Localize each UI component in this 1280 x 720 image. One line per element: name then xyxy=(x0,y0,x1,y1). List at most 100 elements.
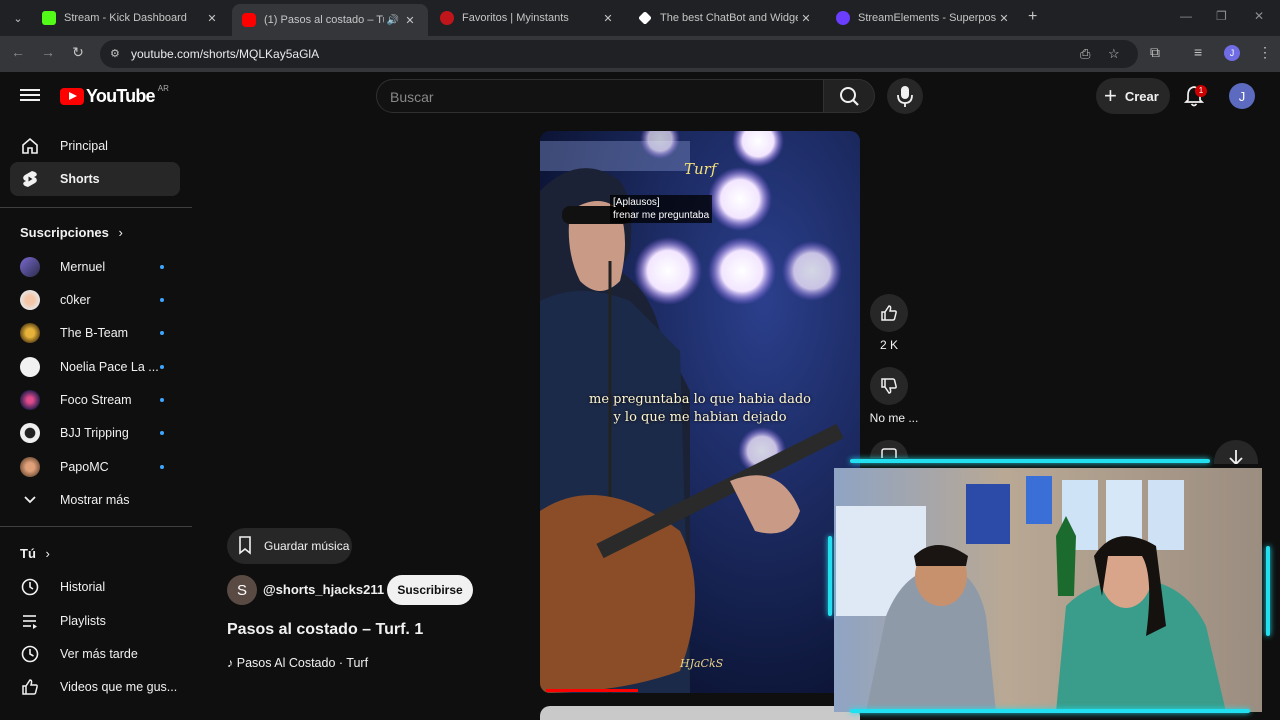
youtube-play-icon xyxy=(60,88,84,105)
subscription-item[interactable]: c0ker xyxy=(10,283,180,317)
music-link[interactable]: ♪ Pasos Al Costado · Turf xyxy=(227,656,368,670)
tab-streamelements[interactable]: StreamElements - Superposició ✕ xyxy=(826,4,1022,32)
browser-menu-icon[interactable]: ⋮ xyxy=(1258,44,1272,61)
channel-avatar[interactable]: S xyxy=(227,575,257,605)
sidebar-label: Mostrar más xyxy=(60,493,130,507)
save-music-label: Guardar música xyxy=(264,539,350,553)
playlists-icon xyxy=(20,611,40,631)
search-placeholder: Buscar xyxy=(390,89,434,105)
sidebar-label: Playlists xyxy=(60,614,106,628)
chevron-down-icon xyxy=(20,490,40,510)
tab-title: The best ChatBot and Widgets xyxy=(660,12,798,24)
chevron-right-icon: › xyxy=(118,225,123,240)
channel-name: Noelia Pace La ... xyxy=(60,360,159,374)
overlay-frame-left xyxy=(828,536,832,616)
create-button[interactable]: + Crear xyxy=(1096,78,1170,114)
tab-kick[interactable]: Stream - Kick Dashboard ✕ xyxy=(32,4,230,32)
sidebar-item-liked[interactable]: Videos que me gus... xyxy=(10,670,180,704)
account-avatar[interactable]: J xyxy=(1229,83,1255,109)
search-button[interactable] xyxy=(823,79,875,113)
install-app-icon[interactable]: ⎙ xyxy=(1080,46,1090,62)
tab-title: Favoritos | Myinstants xyxy=(462,12,569,24)
restore-icon[interactable]: ❐ xyxy=(1216,9,1227,23)
youtube-favicon-icon xyxy=(242,13,256,27)
video-progress-bar[interactable] xyxy=(546,689,638,692)
next-short-preview[interactable] xyxy=(540,706,860,720)
channel-name: The B-Team xyxy=(60,326,129,340)
close-icon[interactable]: ✕ xyxy=(600,12,616,25)
subscriptions-heading[interactable]: Suscripciones › xyxy=(20,225,123,240)
sidebar-item-playlists[interactable]: Playlists xyxy=(10,604,180,638)
close-icon[interactable]: ✕ xyxy=(402,14,418,27)
speaker-icon[interactable]: 🔊 xyxy=(384,15,402,26)
chatbot-favicon-icon xyxy=(638,11,652,25)
subscription-item[interactable]: Mernuel xyxy=(10,250,180,284)
show-more-button[interactable]: Mostrar más xyxy=(10,483,180,517)
media-controls-icon[interactable]: ≡ xyxy=(1194,44,1202,60)
new-content-dot xyxy=(160,398,164,402)
you-title: Tú xyxy=(20,546,36,561)
history-icon xyxy=(20,577,40,597)
subscribe-button[interactable]: Suscribirse xyxy=(387,575,473,605)
close-window-icon[interactable]: ✕ xyxy=(1254,9,1264,23)
site-info-icon[interactable]: ⚙ xyxy=(110,47,124,61)
tab-search-icon[interactable]: ⌄ xyxy=(8,8,28,28)
guide-menu-icon[interactable] xyxy=(20,86,40,106)
tab-myinstants[interactable]: Favoritos | Myinstants ✕ xyxy=(430,4,626,32)
lyric-line: y lo que me habian dejado xyxy=(613,410,787,425)
voice-search-button[interactable] xyxy=(887,78,923,114)
close-icon[interactable]: ✕ xyxy=(204,12,220,25)
short-title[interactable]: Pasos al costado – Turf. 1 xyxy=(227,621,423,639)
thumbs-up-icon xyxy=(881,305,897,321)
extensions-icon[interactable]: ⧉ xyxy=(1150,44,1160,61)
save-music-button[interactable]: Guardar música xyxy=(227,528,352,564)
sidebar-item-history[interactable]: Historial xyxy=(10,570,180,604)
overlay-frame-top xyxy=(850,459,1210,463)
channel-handle[interactable]: @shorts_hjacks211 xyxy=(263,582,384,597)
bookmark-icon xyxy=(236,535,254,558)
search-input[interactable]: Buscar xyxy=(376,79,824,113)
channel-avatar xyxy=(20,390,40,410)
shorts-icon xyxy=(20,169,40,189)
bookmark-star-icon[interactable]: ☆ xyxy=(1108,46,1120,62)
tab-youtube[interactable]: (1) Pasos al costado – Turf. 🔊 ✕ xyxy=(232,4,428,36)
minimize-icon[interactable]: — xyxy=(1180,9,1192,23)
like-button[interactable] xyxy=(870,294,908,332)
kick-favicon-icon xyxy=(42,11,56,25)
subscription-item[interactable]: PapoMC xyxy=(10,450,180,484)
sidebar-item-shorts[interactable]: Shorts xyxy=(10,162,180,196)
url-text[interactable]: youtube.com/shorts/MQLKay5aGlA xyxy=(131,47,319,61)
close-icon[interactable]: ✕ xyxy=(798,12,814,25)
address-bar[interactable]: ⚙ youtube.com/shorts/MQLKay5aGlA ⎙ ☆ xyxy=(100,40,1138,68)
profile-avatar[interactable]: J xyxy=(1224,45,1240,61)
forward-icon[interactable]: → xyxy=(38,44,58,60)
channel-avatar xyxy=(20,423,40,443)
channel-avatar xyxy=(20,290,40,310)
screen: ⌄ Stream - Kick Dashboard ✕ (1) Pasos al… xyxy=(0,0,1280,720)
tab-chatbot[interactable]: The best ChatBot and Widgets ✕ xyxy=(628,4,824,32)
like-count: 2 K xyxy=(879,338,898,352)
new-tab-icon[interactable]: + xyxy=(1028,8,1037,26)
sidebar-label: Ver más tarde xyxy=(60,647,138,661)
subscription-item[interactable]: Noelia Pace La ... xyxy=(10,350,180,384)
clock-icon xyxy=(20,644,40,664)
subscription-item[interactable]: The B-Team xyxy=(10,316,180,350)
sidebar-divider xyxy=(0,526,192,527)
dislike-button[interactable] xyxy=(870,367,908,405)
webcam-overlay xyxy=(826,456,1272,720)
close-icon[interactable]: ✕ xyxy=(996,12,1012,25)
you-heading[interactable]: Tú › xyxy=(20,546,50,561)
reload-icon[interactable]: ↻ xyxy=(68,44,88,61)
subscription-item[interactable]: Foco Stream xyxy=(10,383,180,417)
logo-text: YouTube xyxy=(86,86,156,106)
youtube-logo[interactable]: YouTube AR xyxy=(60,84,169,107)
browser-tab-bar: ⌄ Stream - Kick Dashboard ✕ (1) Pasos al… xyxy=(0,0,1280,36)
subscription-item[interactable]: BJJ Tripping xyxy=(10,416,180,450)
back-icon[interactable]: ← xyxy=(8,44,28,60)
sidebar-item-watch-later[interactable]: Ver más tarde xyxy=(10,637,180,671)
overlay-frame-bottom xyxy=(850,709,1250,713)
caption-line: [Aplausos] xyxy=(613,197,660,208)
video-watermark-top: Turf xyxy=(684,160,717,178)
sidebar-item-principal[interactable]: Principal xyxy=(10,129,180,163)
sidebar-label: Videos que me gus... xyxy=(60,680,178,694)
